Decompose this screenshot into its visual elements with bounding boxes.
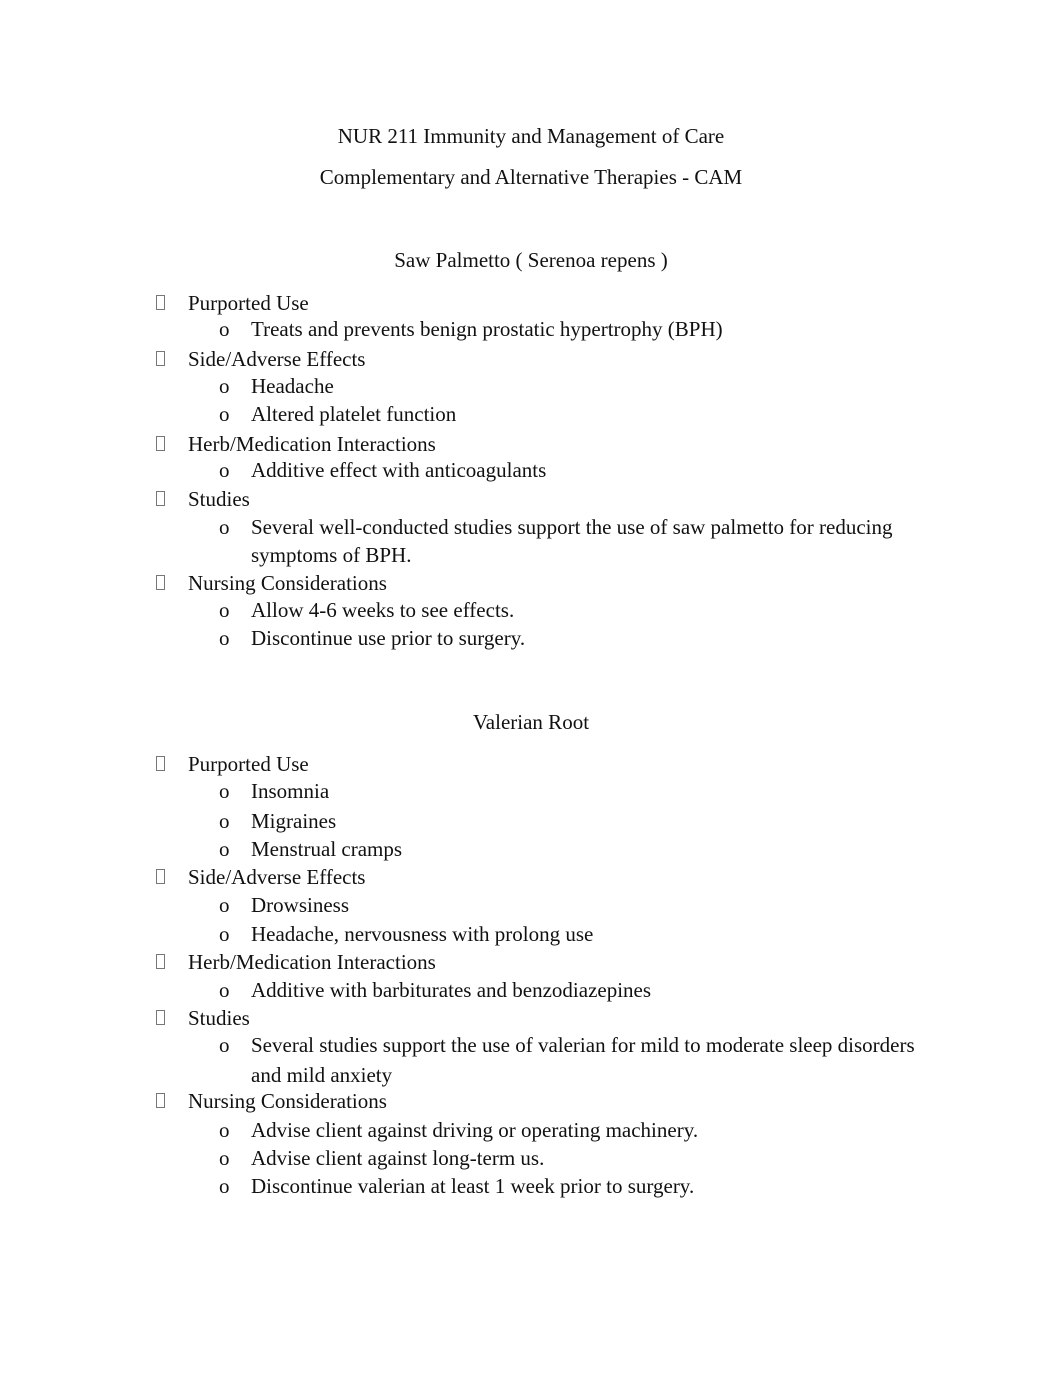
sub-bullet-icon: o <box>219 978 230 1002</box>
sub-bullet-icon: o <box>219 922 230 946</box>
sub-bullet-icon: o <box>219 1033 230 1057</box>
sub-bullet-icon: o <box>219 779 230 803</box>
group-label: Nursing Considerations <box>188 571 387 595</box>
group-label: Studies <box>188 487 250 511</box>
sub-bullet-icon: o <box>219 809 230 833</box>
bullet-icon <box>156 491 165 506</box>
document-title: NUR 211 Immunity and Management of Care <box>337 124 725 148</box>
bullet-icon <box>156 351 165 366</box>
bullet-icon <box>156 954 165 969</box>
bullet-icon <box>156 1010 165 1025</box>
section-heading-valerian-root: Valerian Root <box>472 710 590 734</box>
bullet-icon <box>156 575 165 590</box>
sub-bullet-icon: o <box>219 1118 230 1142</box>
bullet-icon <box>156 869 165 884</box>
sub-bullet-icon: o <box>219 837 230 861</box>
sub-bullet-icon: o <box>219 515 230 539</box>
sub-bullet-icon: o <box>219 374 230 398</box>
sub-bullet-icon: o <box>219 1146 230 1170</box>
sub-bullet-icon: o <box>219 317 230 341</box>
bullet-icon <box>156 436 165 451</box>
section-heading-saw-palmetto: Saw Palmetto ( Serenoa repens ) <box>394 248 668 272</box>
sub-bullet-icon: o <box>219 458 230 482</box>
group-label: Side/Adverse Effects <box>188 347 366 371</box>
group-label: Herb/Medication Interactions <box>188 950 436 974</box>
sub-bullet-icon: o <box>219 1174 230 1198</box>
bullet-icon <box>156 1093 165 1108</box>
sub-bullet-icon: o <box>219 598 230 622</box>
bullet-icon <box>156 295 165 310</box>
document-subtitle: Complementary and Alternative Therapies … <box>319 165 743 189</box>
group-label: Studies <box>188 1006 250 1030</box>
group-label: Side/Adverse Effects <box>188 865 366 889</box>
bullet-icon <box>156 756 165 771</box>
group-label: Nursing Considerations <box>188 1089 387 1113</box>
group-label: Purported Use <box>188 291 309 315</box>
sub-bullet-icon: o <box>219 626 230 650</box>
sub-bullet-icon: o <box>219 402 230 426</box>
group-label: Purported Use <box>188 752 309 776</box>
group-label: Herb/Medication Interactions <box>188 432 436 456</box>
sub-bullet-icon: o <box>219 893 230 917</box>
